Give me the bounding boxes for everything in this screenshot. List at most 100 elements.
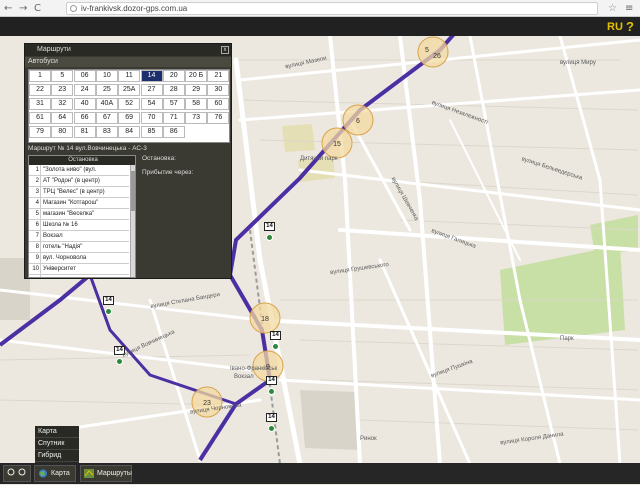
route-number-40[interactable]: 40 <box>73 98 96 110</box>
stop-row[interactable]: 7 Вокзал <box>29 231 129 242</box>
map-type-map[interactable]: Карта <box>35 426 79 438</box>
stop-row[interactable]: 11Парк ім. Т.Шевченка <box>29 275 129 277</box>
map-type-hybrid[interactable]: Гибрид <box>35 450 79 462</box>
route-badge[interactable]: 14 <box>266 413 277 422</box>
route-badge[interactable]: 14 <box>270 331 281 340</box>
route-number-32[interactable]: 32 <box>51 98 74 110</box>
stop-marker[interactable] <box>105 308 112 315</box>
reload-icon[interactable]: C <box>34 3 41 14</box>
route-number-23[interactable]: 23 <box>51 84 74 96</box>
route-badge[interactable]: 14 <box>266 376 277 385</box>
route-number-1[interactable]: 1 <box>29 70 51 82</box>
stop-row[interactable]: 10 Університет <box>29 264 129 275</box>
route-number-10[interactable]: 10 <box>95 70 118 82</box>
map-type-selector: Карта Спутник Гибрид <box>35 426 79 463</box>
route-number-27[interactable]: 27 <box>140 84 163 96</box>
route-number-79[interactable]: 79 <box>29 126 51 138</box>
map-type-satellite[interactable]: Спутник <box>35 438 79 450</box>
route-number-28[interactable]: 28 <box>162 84 185 96</box>
zoom-buttons[interactable] <box>3 465 31 482</box>
route-number-29[interactable]: 29 <box>185 84 208 96</box>
route-number-73[interactable]: 73 <box>185 112 208 124</box>
back-icon[interactable]: ← <box>4 3 12 14</box>
bottom-toolbar: Карта Маршруты <box>0 463 640 484</box>
route-number-83[interactable]: 83 <box>95 126 118 138</box>
route-number-22[interactable]: 22 <box>29 84 51 96</box>
route-number-86[interactable]: 86 <box>162 126 185 138</box>
stops-table: Остановка 1 "Золота ниво" (вул. 2 АТ "Родон… <box>28 155 136 278</box>
language-switch[interactable]: RU <box>607 21 623 33</box>
route-number-24[interactable]: 24 <box>73 84 96 96</box>
route-number-21[interactable]: 21 <box>207 70 230 82</box>
stop-marker[interactable] <box>268 425 275 432</box>
stop-marker[interactable] <box>268 388 275 395</box>
route-number-20[interactable]: 20 <box>162 70 185 82</box>
route-number-85[interactable]: 85 <box>140 126 163 138</box>
route-number-57[interactable]: 57 <box>162 98 185 110</box>
place-label: Парк <box>560 336 574 342</box>
route-number-54[interactable]: 54 <box>140 98 163 110</box>
route-number-30[interactable]: 30 <box>207 84 230 96</box>
route-number-81[interactable]: 81 <box>73 126 96 138</box>
routes-button[interactable]: Маршруты <box>80 465 132 482</box>
route-number-61[interactable]: 61 <box>29 112 51 124</box>
stop-row[interactable]: 8 готель "Надія" <box>29 242 129 253</box>
stop-number: 5 <box>29 209 41 219</box>
route-number-66[interactable]: 66 <box>73 112 96 124</box>
stop-row[interactable]: 6 Школа № 16 <box>29 220 129 231</box>
route-number-60[interactable]: 60 <box>207 98 230 110</box>
close-panel-button[interactable]: x <box>221 46 229 54</box>
stop-number: 7 <box>29 231 41 241</box>
route-number-76[interactable]: 76 <box>207 112 230 124</box>
route-number-52[interactable]: 52 <box>118 98 141 110</box>
app-top-bar <box>0 17 640 36</box>
stop-marker[interactable] <box>272 343 279 350</box>
url-field[interactable]: iv-frankivsk.dozor-gps.com.ua <box>66 2 598 15</box>
route-badge[interactable]: 14 <box>103 296 114 305</box>
route-number-70[interactable]: 70 <box>140 112 163 124</box>
page-info-icon[interactable] <box>70 5 77 12</box>
place-label: Дитячий парк <box>300 156 338 162</box>
map-button[interactable]: Карта <box>34 465 76 482</box>
forward-icon[interactable]: → <box>19 3 27 14</box>
stop-row[interactable]: 1 "Золота ниво" (вул. <box>29 165 129 176</box>
route-number-64[interactable]: 64 <box>51 112 74 124</box>
route-number-06[interactable]: 06 <box>73 70 96 82</box>
help-icon[interactable]: ? <box>626 19 634 34</box>
route-number-84[interactable]: 84 <box>118 126 141 138</box>
route-number-20Б[interactable]: 20 Б <box>185 70 208 82</box>
stop-number: 3 <box>29 187 41 197</box>
stops-scrollbar[interactable] <box>130 165 135 277</box>
stop-row[interactable]: 4 Магазин "Котгарош" <box>29 198 129 209</box>
route-number-71[interactable]: 71 <box>162 112 185 124</box>
stop-name: магазин "Веселка" <box>43 211 95 217</box>
stop-row[interactable]: 9 вул. Чорновола <box>29 253 129 264</box>
arrival-label: Прибытие через: <box>142 169 194 176</box>
route-number-25А[interactable]: 25А <box>118 84 141 96</box>
bookmark-star-icon[interactable]: ☆ <box>608 3 617 14</box>
bus-section-header[interactable]: Автобуси <box>25 57 231 67</box>
route-number-67[interactable]: 67 <box>95 112 118 124</box>
stop-marker[interactable] <box>266 234 273 241</box>
place-label: Вокзал <box>234 374 254 380</box>
stop-marker[interactable] <box>116 358 123 365</box>
route-number-40А[interactable]: 40А <box>95 98 118 110</box>
stop-row[interactable]: 2 АТ "Родон" (в центр) <box>29 176 129 187</box>
route-number-11[interactable]: 11 <box>118 70 141 82</box>
scroll-thumb[interactable] <box>131 171 135 211</box>
route-number-5[interactable]: 5 <box>51 70 74 82</box>
stop-number: 2 <box>29 176 41 186</box>
stops-table-header: Остановка <box>29 156 135 165</box>
stop-row[interactable]: 3 ТРЦ "Велес" (в центр) <box>29 187 129 198</box>
route-number-14[interactable]: 14 <box>140 70 163 82</box>
route-number-25[interactable]: 25 <box>95 84 118 96</box>
route-badge[interactable]: 14 <box>264 222 275 231</box>
route-number-69[interactable]: 69 <box>118 112 141 124</box>
stop-number: 10 <box>29 264 41 274</box>
route-number-58[interactable]: 58 <box>185 98 208 110</box>
place-label: Ринок <box>360 436 377 442</box>
route-number-31[interactable]: 31 <box>29 98 51 110</box>
browser-menu-icon[interactable]: ≡ <box>625 3 633 14</box>
stop-row[interactable]: 5 магазин "Веселка" <box>29 209 129 220</box>
route-number-80[interactable]: 80 <box>51 126 74 138</box>
